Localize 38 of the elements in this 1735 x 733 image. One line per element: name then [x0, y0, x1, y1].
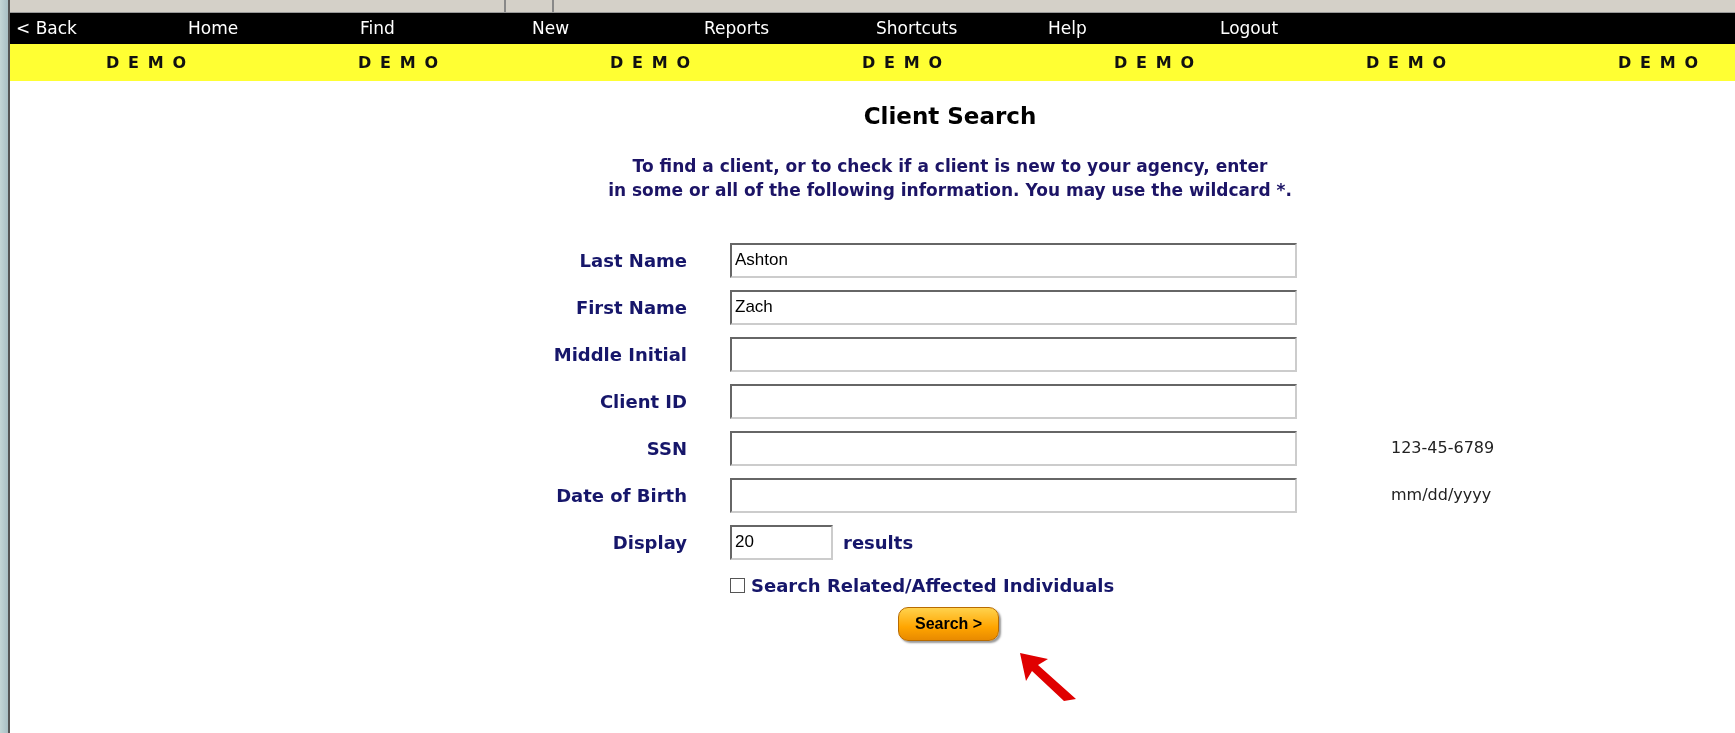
field-label: Date of Birth [556, 483, 687, 508]
format-hint: mm/dd/yyyy [1391, 485, 1492, 505]
checkbox[interactable] [730, 577, 745, 593]
checkbox-label: Search Related/Affected Individuals [751, 573, 1115, 598]
demo-label: DEMO [106, 52, 195, 72]
input-field[interactable]: Ashton [730, 242, 1297, 278]
demo-label: DEMO [862, 52, 951, 72]
field-label: Last Name [579, 248, 687, 273]
page-title: Client Search [862, 102, 1038, 131]
demo-label: DEMO [358, 52, 447, 72]
search-button[interactable]: Search > [898, 606, 1000, 641]
instructions-text: To find a client, or to check if a client is new to your agency, enter in some or all of the following information. You may use the wildcard *. [607, 154, 1293, 203]
field-label: Display [612, 530, 687, 555]
field-label: First Name [575, 295, 687, 320]
nav-link[interactable]: Shortcuts [876, 15, 958, 42]
input-field[interactable] [730, 383, 1297, 419]
format-hint: 123-45-6789 [1391, 438, 1495, 458]
nav-link[interactable]: Reports [704, 15, 770, 42]
nav-link[interactable]: Logout [1220, 15, 1279, 42]
nav-link[interactable]: Home [188, 15, 239, 42]
demo-label: DEMO [1366, 52, 1455, 72]
demo-label: DEMO [1618, 52, 1707, 72]
results-label: results [843, 530, 914, 555]
input-field[interactable]: Zach [730, 289, 1297, 325]
arrow-drawing [1018, 650, 1078, 701]
input-field[interactable] [730, 430, 1297, 466]
input-field[interactable] [730, 477, 1297, 513]
field-label: Client ID [599, 389, 687, 414]
input-field[interactable]: 20 [730, 524, 833, 560]
nav-link[interactable]: Find [360, 15, 395, 42]
nav-link[interactable]: New [532, 15, 570, 42]
input-field[interactable] [730, 336, 1297, 372]
nav-link[interactable]: < Back [16, 15, 77, 42]
nav-link[interactable]: Help [1048, 15, 1087, 42]
field-label: Middle Initial [553, 342, 687, 367]
demo-label: DEMO [610, 52, 699, 72]
demo-label: DEMO [1114, 52, 1203, 72]
field-label: SSN [646, 436, 687, 461]
